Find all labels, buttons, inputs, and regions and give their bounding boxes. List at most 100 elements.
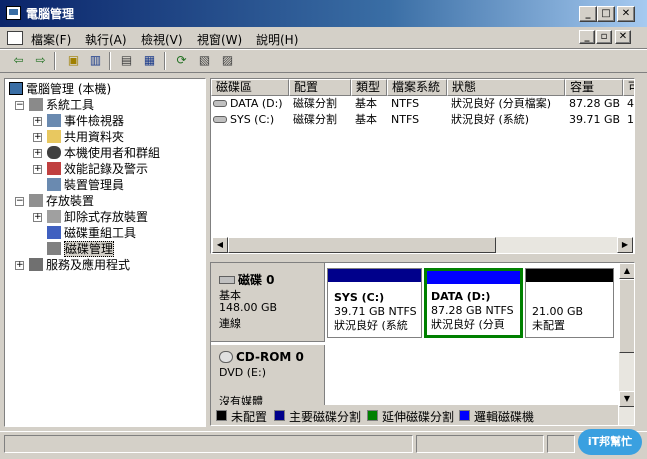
refresh-icon[interactable]: ⟳ bbox=[172, 52, 191, 70]
tree-item-defrag[interactable]: 磁碟重組工具 bbox=[47, 225, 136, 241]
maximize-button[interactable]: □ bbox=[597, 6, 615, 22]
menu-action[interactable]: 執行(A) bbox=[85, 31, 127, 48]
volume-layout: 磁碟分割 bbox=[293, 97, 337, 110]
partition-color-bar bbox=[526, 269, 613, 282]
status-panel bbox=[547, 435, 575, 453]
legend-label-primary: 主要磁碟分割 bbox=[289, 410, 362, 424]
disk-graphical-view: 磁碟 0 基本 148.00 GB 連線 SYS (C:) 39.71 GB N… bbox=[210, 262, 635, 426]
export-list-icon[interactable]: ▦ bbox=[140, 52, 159, 70]
partition-data[interactable]: DATA (D:) 87.28 GB NTFS 狀況良好 (分頁 bbox=[424, 268, 523, 338]
tree-item-removable[interactable]: 卸除式存放裝置 bbox=[47, 209, 148, 225]
expand-icon[interactable]: + bbox=[33, 149, 42, 158]
up-folder-icon[interactable]: ▣ bbox=[64, 52, 83, 70]
defrag-icon bbox=[47, 226, 61, 239]
menu-help[interactable]: 說明(H) bbox=[256, 31, 298, 48]
partition-title: SYS (C:) bbox=[334, 291, 385, 304]
column-header-free[interactable]: 可 bbox=[623, 79, 634, 96]
column-header-layout[interactable]: 配置 bbox=[289, 79, 351, 96]
back-icon[interactable]: ⇦ bbox=[9, 52, 28, 70]
expand-icon[interactable]: + bbox=[33, 133, 42, 142]
collapse-icon[interactable]: − bbox=[15, 101, 24, 110]
scroll-thumb[interactable] bbox=[619, 279, 634, 353]
cdrom-media-area bbox=[327, 345, 619, 405]
event-viewer-icon bbox=[47, 114, 61, 127]
child-close-button[interactable]: ✕ bbox=[615, 30, 631, 44]
minimize-button[interactable]: _ bbox=[579, 6, 597, 22]
menu-file[interactable]: 檔案(F) bbox=[31, 31, 71, 48]
scroll-down-icon[interactable]: ▼ bbox=[619, 391, 634, 407]
disk-management-icon bbox=[47, 242, 61, 255]
volume-capacity: 87.28 GB bbox=[569, 97, 621, 110]
tree-item-system-tools[interactable]: 系統工具 bbox=[29, 97, 94, 113]
disk-0-label[interactable]: 磁碟 0 基本 148.00 GB 連線 bbox=[211, 263, 325, 342]
column-header-status[interactable]: 狀態 bbox=[447, 79, 565, 96]
collapse-icon[interactable]: − bbox=[15, 197, 24, 206]
help-topic-icon[interactable]: ▧ bbox=[195, 52, 214, 70]
column-header-capacity[interactable]: 容量 bbox=[565, 79, 623, 96]
expand-icon[interactable]: + bbox=[33, 213, 42, 222]
services-icon bbox=[29, 258, 43, 271]
disk-size: 148.00 GB bbox=[219, 301, 278, 314]
expand-icon[interactable]: + bbox=[33, 117, 42, 126]
status-panel bbox=[4, 435, 413, 453]
folder-icon bbox=[47, 130, 61, 143]
menu-window[interactable]: 視窗(W) bbox=[197, 31, 242, 48]
scroll-left-icon[interactable]: ◀ bbox=[212, 237, 228, 253]
mmc-icon[interactable] bbox=[7, 31, 23, 45]
vertical-scrollbar[interactable]: ▲ ▼ bbox=[619, 263, 634, 425]
volume-capacity: 39.71 GB bbox=[569, 113, 621, 126]
volume-status: 狀況良好 (分頁檔案) bbox=[451, 97, 552, 110]
volume-type: 基本 bbox=[355, 113, 377, 126]
title-bar[interactable]: 電腦管理 _ □ ✕ bbox=[0, 0, 647, 27]
legend-label-extended: 延伸磁碟分割 bbox=[382, 410, 455, 424]
tree-item-perf-logs[interactable]: 效能記錄及警示 bbox=[47, 161, 148, 177]
tree-root[interactable]: 電腦管理 (本機) bbox=[9, 81, 111, 97]
tree-item-storage[interactable]: 存放裝置 bbox=[29, 193, 94, 209]
disk-name: 磁碟 0 bbox=[238, 273, 275, 287]
tree-item-services[interactable]: 服務及應用程式 bbox=[29, 257, 130, 273]
status-bar bbox=[0, 431, 647, 459]
expand-icon[interactable]: + bbox=[33, 165, 42, 174]
window-title: 電腦管理 bbox=[26, 7, 75, 21]
legend-label-unallocated: 未配置 bbox=[231, 410, 268, 424]
volume-type: 基本 bbox=[355, 97, 377, 110]
disk-settings-icon[interactable]: ▨ bbox=[218, 52, 237, 70]
child-restore-button[interactable]: ▫ bbox=[596, 30, 612, 44]
horizontal-scrollbar[interactable]: ◀ ▶ bbox=[212, 237, 633, 253]
forward-icon[interactable]: ⇨ bbox=[31, 52, 50, 70]
tree-item-event-viewer[interactable]: 事件檢視器 bbox=[47, 113, 124, 129]
show-hide-tree-icon[interactable]: ▥ bbox=[86, 52, 105, 70]
column-header-filesystem[interactable]: 檔案系統 bbox=[387, 79, 447, 96]
tree-item-shared-folders[interactable]: 共用資料夾 bbox=[47, 129, 124, 145]
expand-icon[interactable]: + bbox=[15, 261, 24, 270]
tree-item-disk-management[interactable]: 磁碟管理 bbox=[47, 241, 115, 257]
column-header-type[interactable]: 類型 bbox=[351, 79, 387, 96]
partition-status: 狀況良好 (分頁 bbox=[431, 318, 505, 331]
scroll-right-icon[interactable]: ▶ bbox=[617, 237, 633, 253]
device-manager-icon bbox=[47, 178, 61, 191]
partition-status: 狀況良好 (系統 bbox=[334, 319, 408, 332]
computer-icon bbox=[9, 82, 23, 95]
tree-item-local-users[interactable]: 本機使用者和群組 bbox=[47, 145, 160, 161]
partition-size: 21.00 GB bbox=[532, 305, 584, 318]
volume-free: 1. bbox=[627, 113, 634, 126]
volume-list: 磁碟區 配置 類型 檔案系統 狀態 容量 可 DATA (D:) 磁碟分割 基本… bbox=[210, 78, 635, 254]
computer-management-icon bbox=[6, 6, 21, 20]
partition-sys[interactable]: SYS (C:) 39.71 GB NTFS 狀況良好 (系統 bbox=[327, 268, 422, 338]
disk-icon bbox=[219, 276, 235, 284]
partition-color-bar bbox=[427, 271, 520, 284]
partition-title: DATA (D:) bbox=[431, 290, 491, 303]
volume-name: DATA (D:) bbox=[230, 97, 283, 110]
column-header-volume[interactable]: 磁碟區 bbox=[211, 79, 289, 96]
properties-icon[interactable]: ▤ bbox=[117, 52, 136, 70]
legend-swatch-primary bbox=[274, 410, 285, 421]
partition-unallocated[interactable]: 21.00 GB 未配置 bbox=[525, 268, 614, 338]
scroll-thumb[interactable] bbox=[228, 237, 496, 253]
menu-view[interactable]: 檢視(V) bbox=[141, 31, 183, 48]
child-minimize-button[interactable]: _ bbox=[579, 30, 595, 44]
cdrom-name: CD-ROM 0 bbox=[236, 350, 304, 364]
cdrom-type: DVD (E:) bbox=[219, 366, 267, 379]
scroll-up-icon[interactable]: ▲ bbox=[619, 263, 634, 279]
close-button[interactable]: ✕ bbox=[617, 6, 635, 22]
tree-item-device-manager[interactable]: 裝置管理員 bbox=[47, 177, 124, 193]
